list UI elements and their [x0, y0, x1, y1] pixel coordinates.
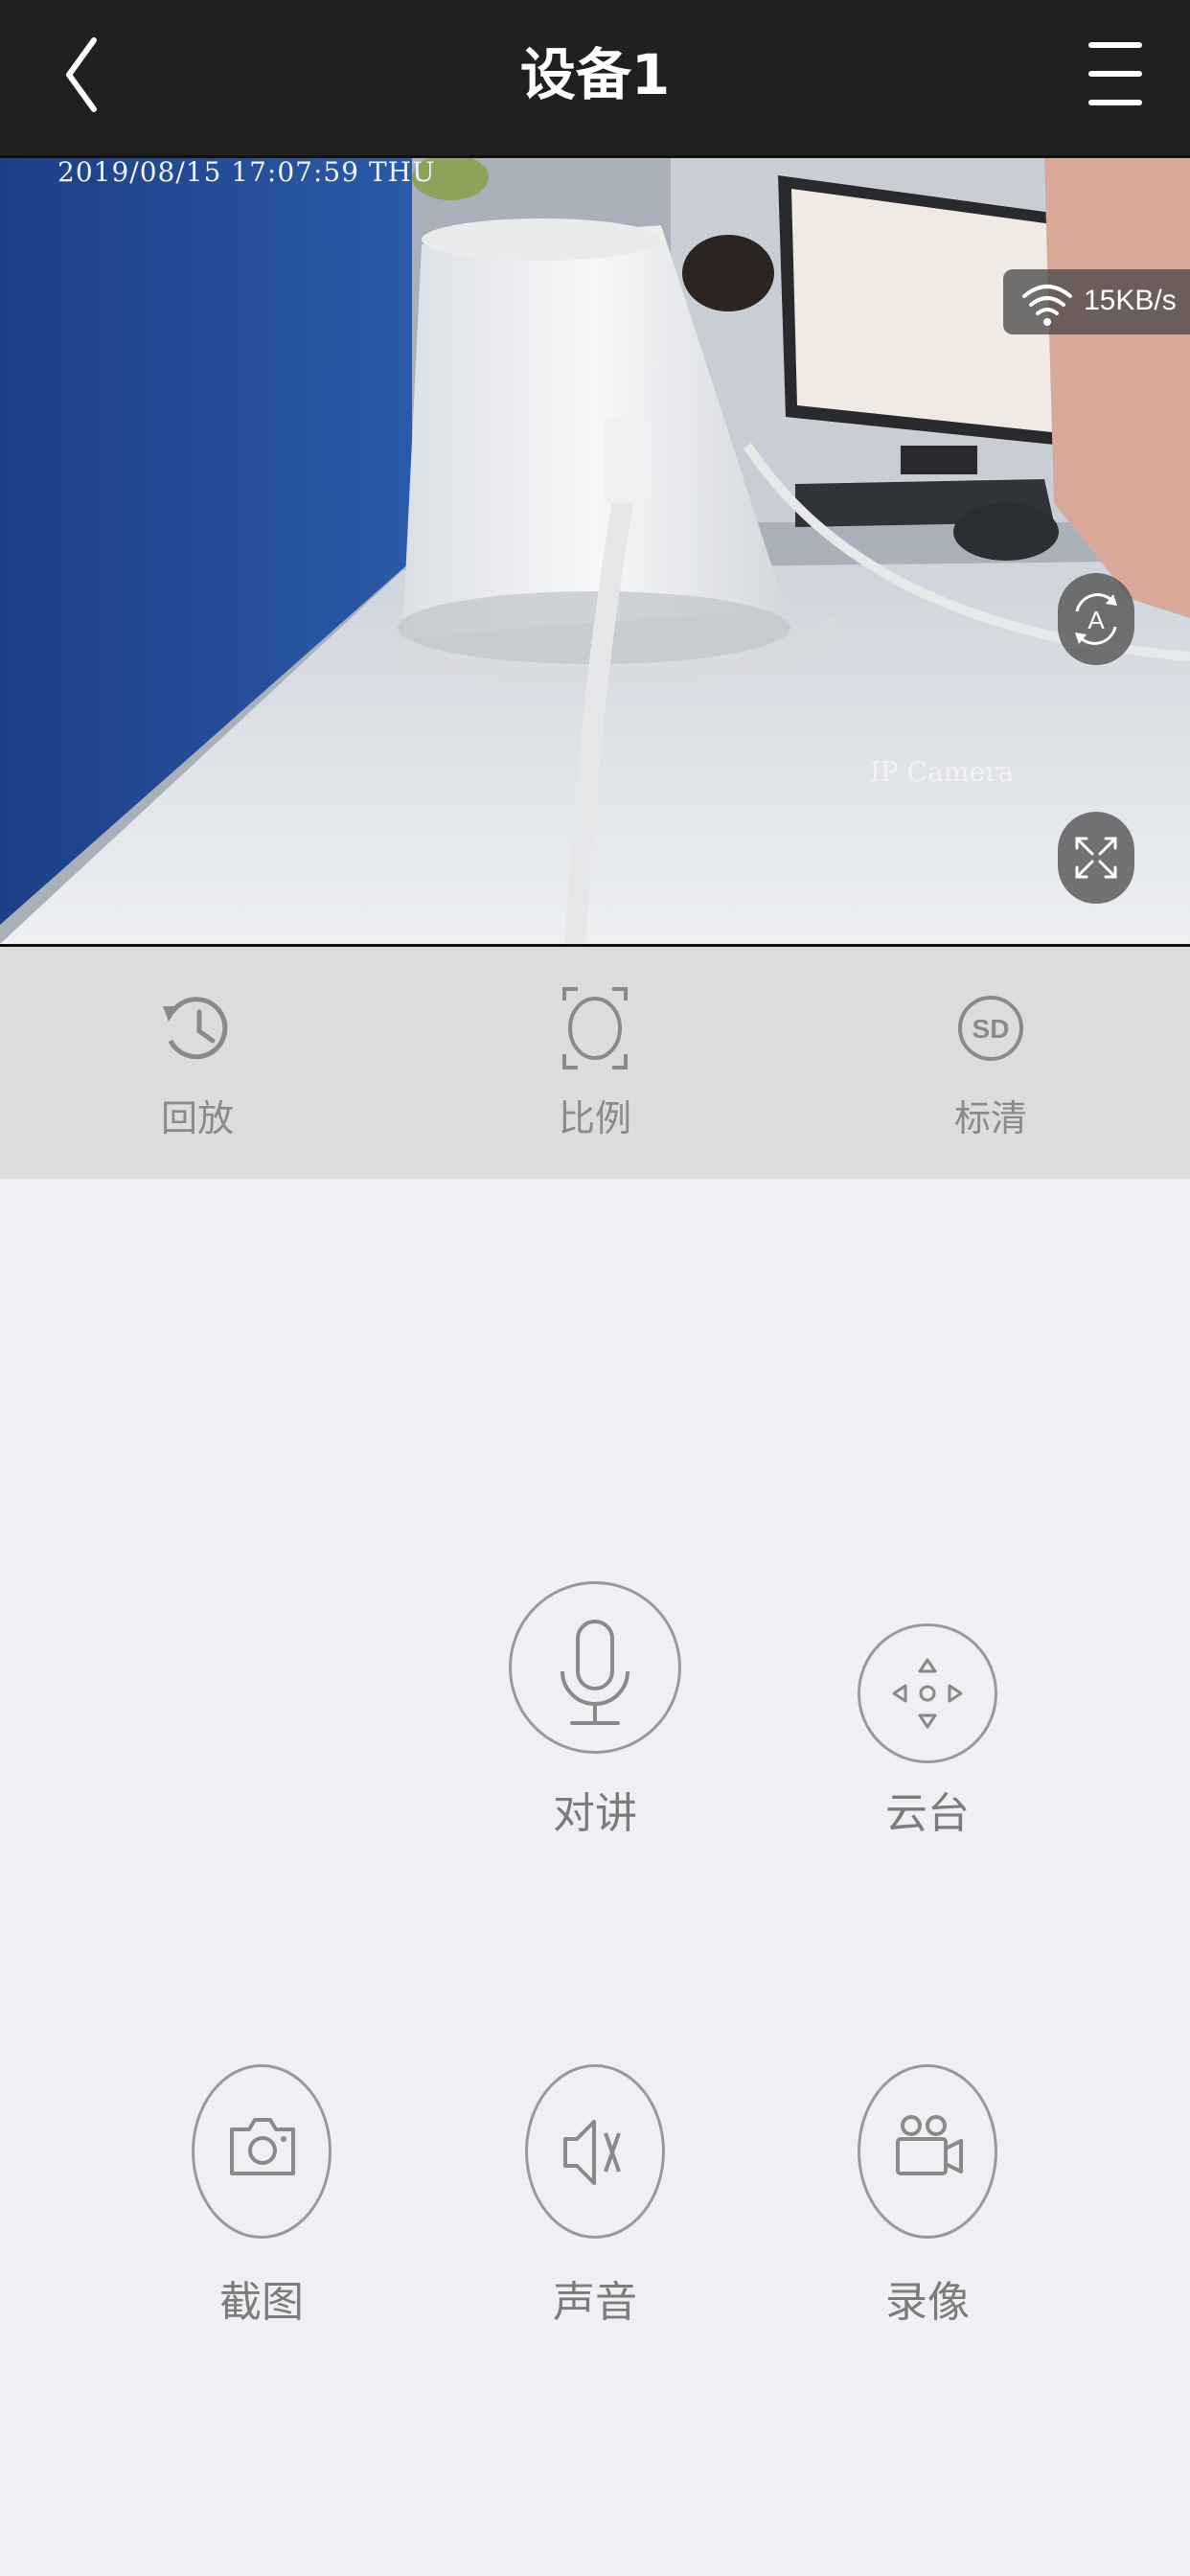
- aspect-ratio-button[interactable]: 比例: [499, 947, 691, 1179]
- quality-label: 标清: [953, 1097, 1027, 1139]
- auto-rotate-button[interactable]: A: [1058, 573, 1134, 665]
- camera-icon: [230, 2118, 295, 2175]
- live-video-view[interactable]: 2019/08/15 17:07:59 THU IP Camera 15KB/s…: [0, 155, 1190, 947]
- sd-quality-icon: SD: [958, 996, 1023, 1061]
- ptz-label: 云台: [885, 1789, 970, 1838]
- svg-text:SD: SD: [973, 1014, 1010, 1044]
- video-toolbar: 回放 比例 SD 标清: [0, 947, 1190, 1179]
- camera-name-overlay: IP Camera: [870, 756, 1015, 788]
- aspect-ratio-icon: [562, 987, 628, 1070]
- wifi-icon: [1022, 285, 1072, 326]
- fullscreen-button[interactable]: [1058, 812, 1134, 904]
- aspect-ratio-label: 比例: [558, 1097, 631, 1139]
- ptz-control-icon: [892, 1658, 963, 1729]
- talk-label: 对讲: [553, 1789, 637, 1838]
- playback-label: 回放: [160, 1097, 234, 1139]
- hamburger-menu-icon: [1088, 42, 1142, 105]
- record-button[interactable]: 录像: [832, 2064, 1023, 2333]
- snapshot-label: 截图: [219, 2278, 304, 2327]
- svg-text:A: A: [1087, 606, 1105, 634]
- talk-button[interactable]: 对讲: [499, 1581, 691, 1850]
- playback-button[interactable]: 回放: [102, 947, 293, 1179]
- ptz-button[interactable]: 云台: [832, 1623, 1023, 1892]
- speaker-mute-icon: [563, 2120, 621, 2185]
- history-icon: [163, 997, 228, 1060]
- page-title: 设备1: [519, 42, 671, 107]
- network-speed-text: 15KB/s: [1084, 285, 1177, 316]
- fullscreen-icon: [1075, 837, 1117, 879]
- auto-rotate-icon: A: [1075, 593, 1117, 645]
- menu-button[interactable]: [1087, 38, 1144, 110]
- video-timestamp: 2019/08/15 17:07:59 THU: [57, 156, 436, 188]
- snapshot-button[interactable]: 截图: [166, 2064, 357, 2333]
- record-label: 录像: [885, 2278, 970, 2327]
- sound-label: 声音: [553, 2278, 637, 2327]
- network-speed-badge: 15KB/s: [1003, 269, 1190, 334]
- quality-button[interactable]: SD 标清: [895, 947, 1087, 1179]
- nav-bar: 设备1: [0, 0, 1190, 155]
- sound-button[interactable]: 声音: [499, 2064, 691, 2333]
- microphone-icon: [561, 1620, 629, 1725]
- video-record-icon: [896, 2115, 963, 2175]
